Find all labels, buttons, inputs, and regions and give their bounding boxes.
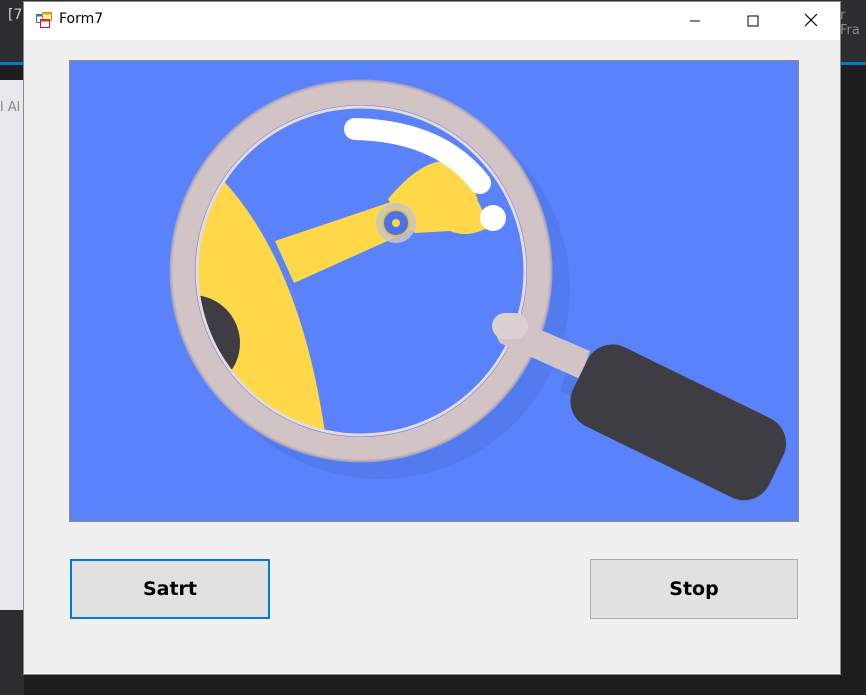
- window-title: Form7: [59, 11, 104, 27]
- minimize-button[interactable]: [666, 2, 724, 40]
- app-form-icon: [36, 12, 52, 28]
- form-window: Form7 Satrt Stop: [24, 2, 840, 674]
- maximize-icon: [747, 12, 759, 31]
- minimize-icon: [689, 12, 701, 31]
- background-panel-text: l Al: [0, 100, 21, 115]
- background-tab-text: [7: [8, 7, 23, 23]
- close-icon: [804, 12, 818, 31]
- magnifier-illustration: [70, 61, 798, 521]
- background-left-panel: [0, 80, 24, 615]
- maximize-button[interactable]: [724, 2, 782, 40]
- stop-button[interactable]: Stop: [590, 559, 798, 619]
- background-right-text: r Fra: [840, 8, 860, 38]
- close-button[interactable]: [782, 2, 840, 40]
- title-bar[interactable]: Form7: [24, 2, 840, 40]
- start-button[interactable]: Satrt: [70, 559, 270, 619]
- background-bottom-panel: [0, 610, 24, 695]
- picture-box: [69, 60, 799, 522]
